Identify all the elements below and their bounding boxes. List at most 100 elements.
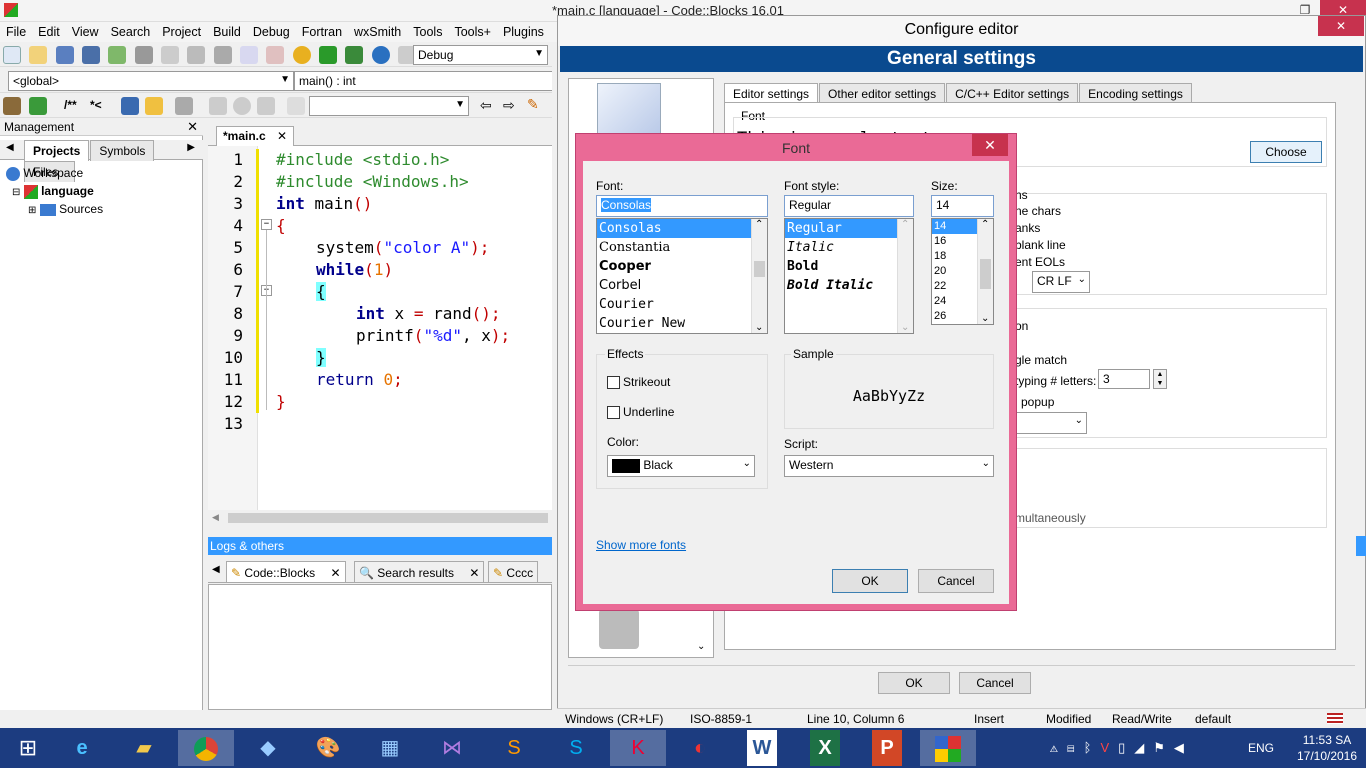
close-icon[interactable]: ✕ — [330, 566, 340, 580]
debug-icon[interactable] — [3, 97, 21, 115]
list-item[interactable]: 14 — [932, 219, 977, 234]
list-item[interactable]: 20 — [932, 264, 977, 279]
cut-icon[interactable] — [161, 46, 180, 64]
app-icon-blue[interactable]: ◆ — [240, 730, 296, 766]
rebuild-icon[interactable] — [371, 46, 390, 64]
style-list-scrollbar[interactable]: ⌃ ⌄ — [897, 219, 913, 333]
antivirus-tray-icon[interactable]: V — [1100, 740, 1118, 755]
scroll-down-icon[interactable]: ⌄ — [981, 313, 989, 324]
menu-item-debug[interactable]: Debug — [247, 22, 296, 42]
bookmark-next-icon[interactable] — [257, 97, 275, 115]
ccleaner-icon[interactable]: ◐ — [672, 730, 728, 766]
bookmark-toggle-icon[interactable] — [233, 97, 251, 115]
editor-settings-category-icon[interactable] — [597, 83, 661, 137]
close-icon[interactable]: ✕ — [187, 119, 198, 135]
help-icon[interactable] — [145, 97, 163, 115]
redo-icon[interactable] — [134, 46, 153, 64]
letters-spin-input[interactable]: 3 — [1098, 369, 1150, 389]
bookmark-prev-icon[interactable] — [209, 97, 227, 115]
list-item[interactable]: 16 — [932, 234, 977, 249]
skype-icon[interactable]: S — [548, 730, 604, 766]
volume-icon[interactable]: ◀ — [1174, 740, 1193, 755]
file-explorer-icon[interactable]: ▰ — [116, 730, 172, 766]
list-item[interactable]: 18 — [932, 249, 977, 264]
run-icon[interactable] — [319, 46, 338, 64]
wifi-icon[interactable]: ◢ — [1134, 740, 1153, 755]
show-more-fonts-link[interactable]: Show more fonts — [596, 538, 686, 552]
choose-font-button[interactable]: Choose — [1250, 141, 1322, 163]
underline-check-box[interactable] — [607, 406, 620, 420]
tab-symbols[interactable]: Symbols — [90, 140, 155, 161]
font-name-list[interactable]: ⌃ ⌄ Consolas Constantia Cooper Corbel Courie… — [596, 218, 768, 334]
close-icon[interactable]: ✕ — [469, 566, 479, 580]
scroll-up-icon[interactable]: ⌃ — [755, 219, 763, 230]
popup-select[interactable]: ⌄ — [1015, 412, 1087, 434]
build-target-select[interactable]: Debug ▼ — [413, 45, 548, 65]
color-select[interactable]: Black ⌄ — [607, 455, 755, 477]
clock-time[interactable]: 11:53 SA — [1297, 733, 1357, 747]
tab-cpp-editor-settings[interactable]: C/C++ Editor settings — [946, 83, 1079, 104]
list-item[interactable]: Constantia — [597, 238, 751, 257]
function-select[interactable]: main() : int — [294, 71, 552, 91]
network-tray-icon[interactable]: ▤ — [1067, 740, 1084, 755]
menu-item-search[interactable]: Search — [105, 22, 157, 42]
tab-other-editor-settings[interactable]: Other editor settings — [819, 83, 946, 104]
clock-date[interactable]: 17/10/2016 — [1294, 749, 1360, 763]
close-font-dialog-button[interactable]: ✕ — [972, 134, 1008, 156]
strikeout-check-box[interactable] — [607, 376, 620, 390]
font-size-list[interactable]: ⌃ ⌄ 14 16 18 20 22 24 26 — [931, 218, 994, 325]
list-item[interactable]: Bold Italic — [785, 276, 897, 295]
font-list-scrollbar[interactable]: ⌃ ⌄ — [751, 219, 767, 333]
menu-item-view[interactable]: View — [66, 22, 105, 42]
replace-icon[interactable] — [266, 46, 285, 64]
fold-marker-icon[interactable]: − — [261, 219, 272, 230]
horizontal-scrollbar[interactable]: ◀ — [208, 510, 552, 526]
language-indicator[interactable]: ENG — [1248, 741, 1274, 755]
tab-cccc[interactable]: ✎ Cccc — [488, 561, 539, 583]
build-run-icon[interactable] — [345, 46, 364, 64]
close-icon[interactable]: ✕ — [277, 129, 287, 143]
find-icon[interactable] — [240, 46, 259, 64]
highlight-icon[interactable]: ✎ — [527, 96, 539, 113]
doc-icon[interactable] — [121, 97, 139, 115]
expand-icon[interactable]: ⊟ — [12, 187, 20, 198]
list-item[interactable]: Courier New — [597, 314, 751, 333]
chrome-icon[interactable] — [178, 730, 234, 766]
tab-main-c[interactable]: *main.c ✕ — [216, 126, 295, 146]
build-icon[interactable] — [292, 46, 311, 64]
powerpoint-icon[interactable]: P — [872, 730, 902, 766]
tab-scroll-left-icon[interactable]: ◀ — [6, 142, 14, 153]
save-all-icon[interactable] — [82, 46, 101, 64]
comment-block-button[interactable]: /** — [64, 98, 77, 112]
copy-icon[interactable] — [187, 46, 206, 64]
tab-search-results[interactable]: 🔍 Search results ✕ — [354, 561, 485, 583]
list-item[interactable]: Regular — [785, 219, 897, 238]
list-item[interactable]: Corbel — [597, 276, 751, 295]
eol-mode-select[interactable]: CR LF ⌄ — [1032, 271, 1090, 293]
size-list-scrollbar[interactable]: ⌃ ⌄ — [977, 219, 993, 324]
cancel-button[interactable]: Cancel — [959, 672, 1031, 694]
menu-item-file[interactable]: File — [0, 22, 32, 42]
tab-scroll-right-icon[interactable]: ▶ — [187, 142, 195, 153]
list-item[interactable]: Courier — [597, 295, 751, 314]
menu-item-tools[interactable]: Tools — [407, 22, 448, 42]
spin-buttons[interactable]: ▲ ▼ — [1153, 369, 1167, 389]
tab-projects[interactable]: Projects — [24, 140, 90, 161]
codeblocks-taskbar-icon[interactable] — [920, 730, 976, 766]
wrench-icon[interactable] — [175, 97, 193, 115]
scroll-down-icon[interactable]: ⌄ — [697, 641, 705, 652]
excel-icon[interactable]: X — [810, 730, 840, 766]
open-file-icon[interactable] — [29, 46, 48, 64]
tab-editor-settings[interactable]: Editor settings — [724, 83, 819, 104]
font-size-input[interactable]: 14 — [931, 195, 994, 217]
undo-icon[interactable] — [108, 46, 127, 64]
tab-encoding-settings[interactable]: Encoding settings — [1079, 83, 1192, 104]
code-editor[interactable]: 12345678910111213 − − #include <stdio.h>… — [208, 146, 552, 510]
expand-icon[interactable]: ⊞ — [28, 205, 36, 216]
save-icon[interactable] — [55, 46, 74, 64]
flag-tray-icon[interactable]: ⚑ — [1153, 740, 1174, 755]
list-item[interactable]: Italic — [785, 238, 897, 257]
scroll-up-icon[interactable]: ⌃ — [901, 219, 909, 230]
comment-line-button[interactable]: *< — [90, 98, 102, 112]
arrow-right-icon[interactable]: ⇨ — [503, 97, 515, 114]
